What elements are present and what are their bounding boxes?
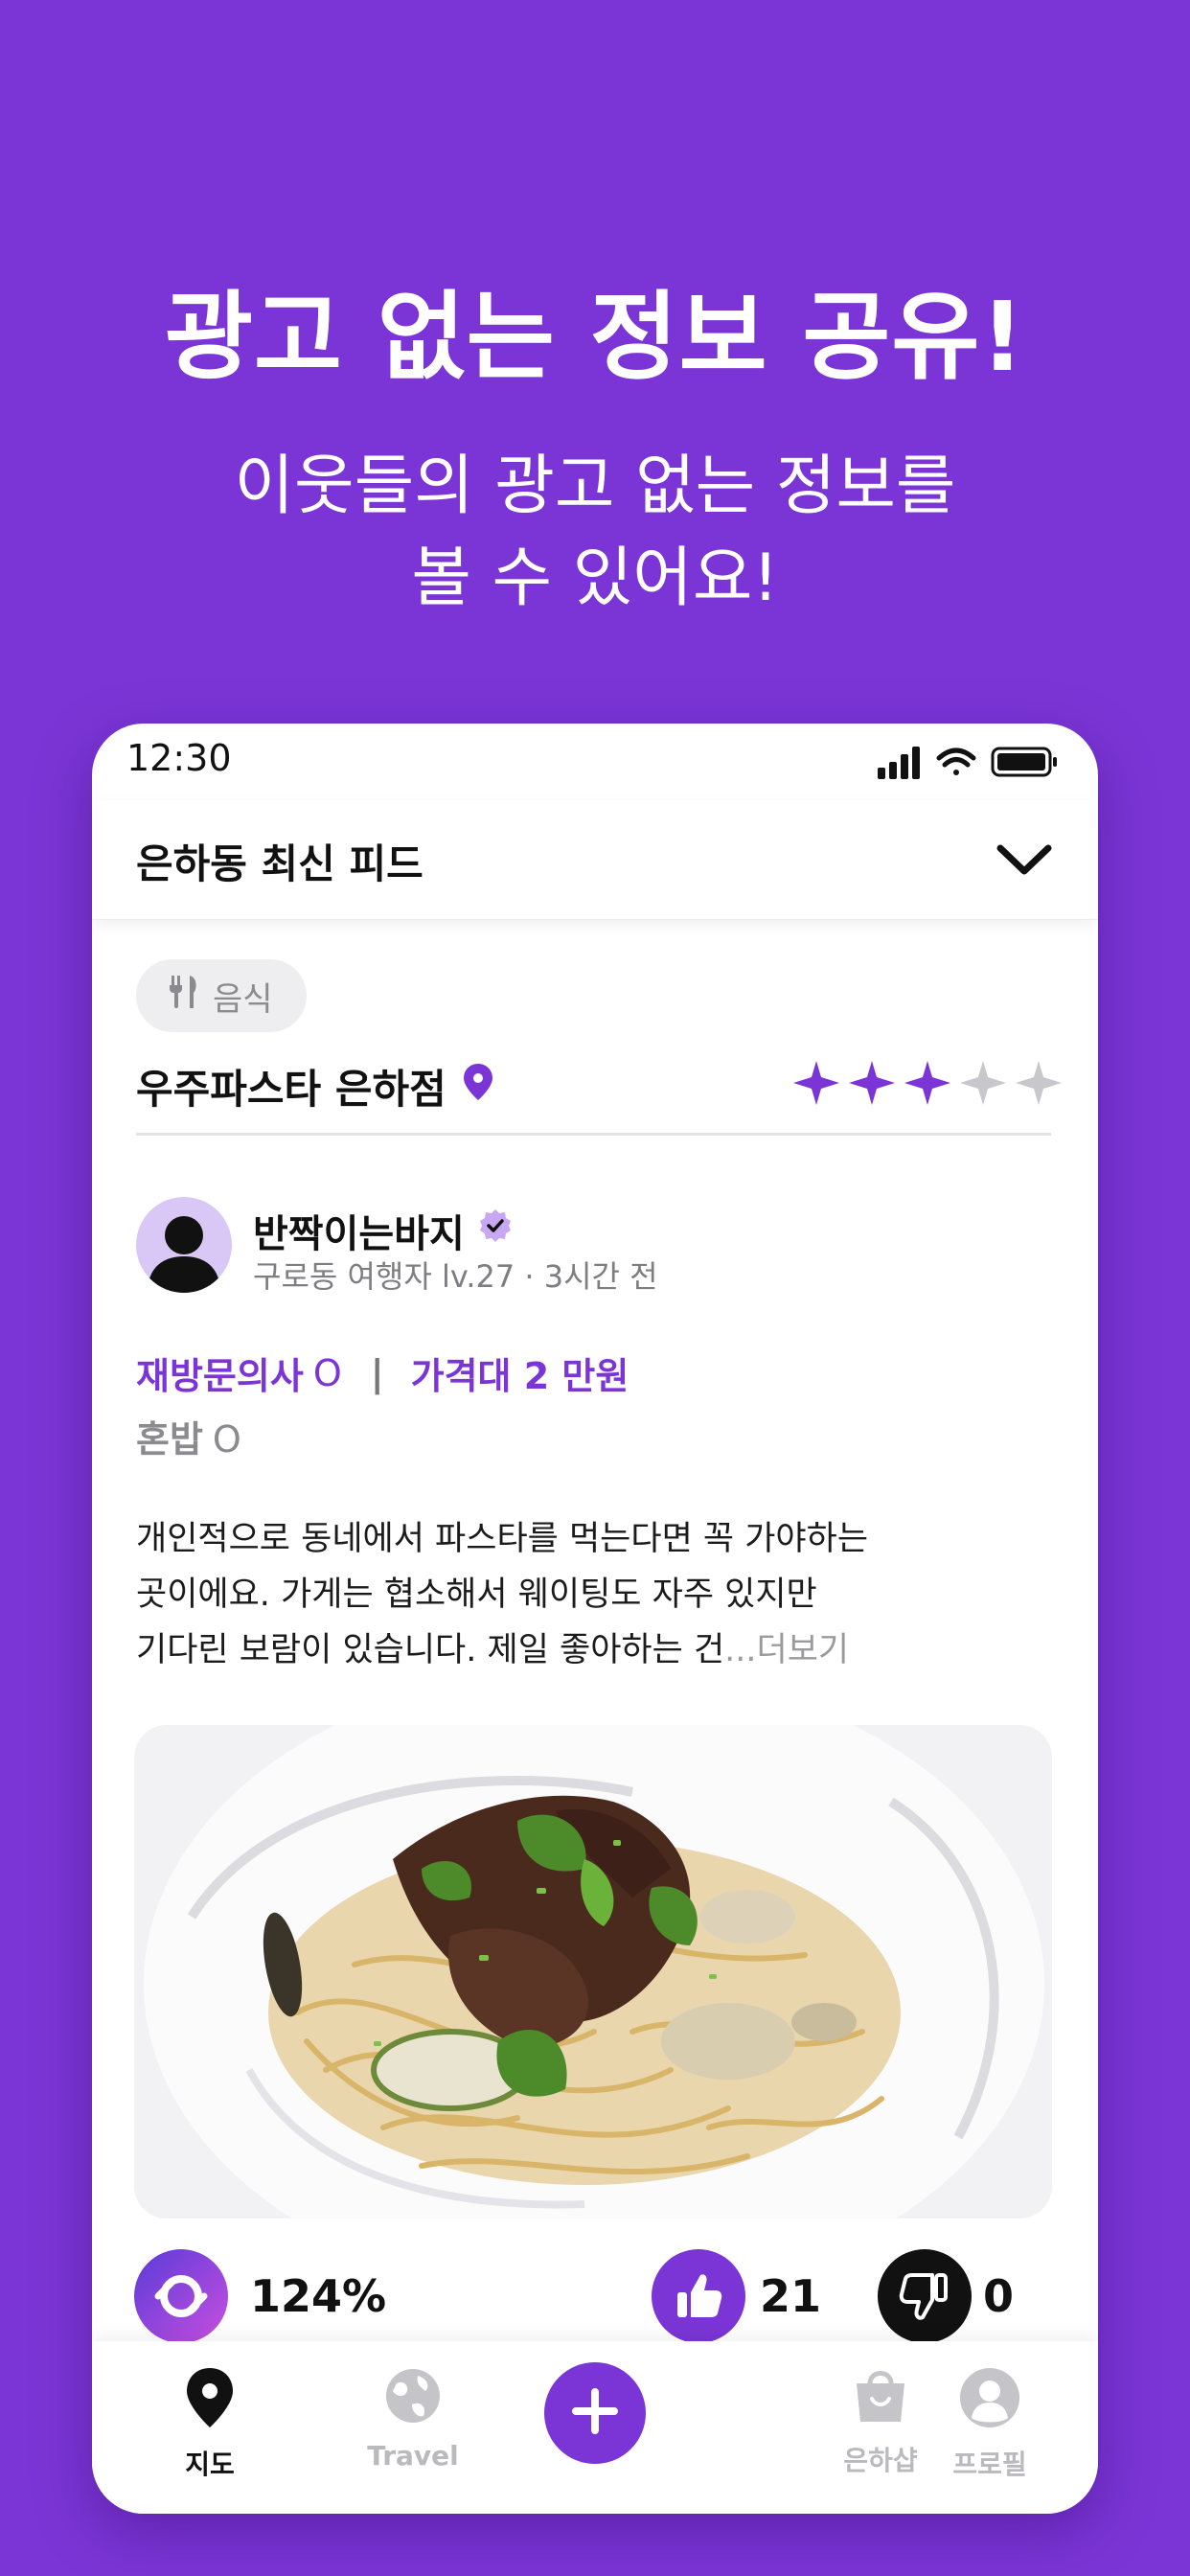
place-name[interactable]: 우주파스타 은하점 bbox=[136, 1057, 492, 1116]
star-icon bbox=[904, 1061, 950, 1105]
plus-icon bbox=[568, 2384, 622, 2442]
tab-profile[interactable]: 프로필 bbox=[918, 2366, 1062, 2482]
status-bar: 12:30 bbox=[92, 724, 1098, 800]
author-name-text: 반짝이는바지 bbox=[253, 1212, 465, 1256]
tab-label: 지도 bbox=[185, 2449, 235, 2480]
tag-separator: | bbox=[370, 1351, 384, 1394]
category-chip[interactable]: 음식 bbox=[136, 959, 307, 1032]
score-icon[interactable] bbox=[134, 2249, 228, 2343]
battery-icon bbox=[991, 747, 1057, 777]
likes-count: 21 bbox=[760, 2270, 822, 2322]
star-rating bbox=[791, 1059, 1064, 1107]
star-empty-icon bbox=[960, 1061, 1006, 1105]
status-time: 12:30 bbox=[126, 737, 232, 779]
author-name[interactable]: 반짝이는바지 bbox=[253, 1203, 513, 1258]
category-label: 음식 bbox=[213, 979, 273, 1019]
price-tag: 가격대 2 만원 bbox=[410, 1355, 629, 1397]
chevron-down-icon[interactable] bbox=[996, 840, 1052, 883]
solo-tag: 혼밥 bbox=[136, 1418, 203, 1460]
tab-map[interactable]: 지도 bbox=[138, 2366, 282, 2482]
status-icons bbox=[878, 743, 1069, 781]
author-meta: 구로동 여행자 lv.27 · 3시간 전 bbox=[253, 1258, 658, 1295]
post-body-line-last: 기다린 보람이 있습니다. 제일 좋아하는 건...더보기 bbox=[136, 1622, 1056, 1678]
solo-value: O bbox=[212, 1418, 241, 1460]
hero-subtitle-line2: 볼 수 있어요! bbox=[411, 540, 779, 616]
dislikes-count: 0 bbox=[983, 2270, 1015, 2322]
map-pin-icon bbox=[183, 2368, 237, 2436]
food-photo[interactable] bbox=[134, 1725, 1052, 2219]
tags-row: 재방문의사 O | 가격대 2 만원 bbox=[136, 1346, 629, 1399]
star-icon bbox=[793, 1061, 839, 1105]
revisit-value: O bbox=[312, 1351, 342, 1394]
shopping-bag-icon bbox=[853, 2371, 908, 2432]
solo-tag-row: 혼밥 O bbox=[136, 1410, 241, 1462]
score-value: 124% bbox=[250, 2270, 387, 2322]
signal-icon bbox=[878, 747, 920, 779]
hero-subtitle-line1: 이웃들의 광고 없는 정보를 bbox=[234, 448, 956, 524]
divider bbox=[136, 1133, 1051, 1136]
avatar[interactable] bbox=[136, 1197, 232, 1293]
wifi-icon bbox=[936, 748, 976, 775]
thumbs-up-icon[interactable] bbox=[652, 2249, 745, 2343]
profile-icon bbox=[958, 2368, 1021, 2436]
hero-subtitle: 이웃들의 광고 없는 정보를 볼 수 있어요! bbox=[0, 441, 1190, 625]
feed-header: 은하동 최신 피드 bbox=[92, 800, 1098, 920]
location-pin-icon bbox=[463, 1063, 492, 1110]
post-body: 개인적으로 동네에서 파스타를 먹는다면 꼭 가야하는 곳이에요. 가게는 협소… bbox=[136, 1511, 1056, 1678]
revisit-tag: 재방문의사 bbox=[136, 1355, 304, 1397]
feed-title: 은하동 최신 피드 bbox=[136, 840, 423, 887]
post-body-line: 기다린 보람이 있습니다. 제일 좋아하는 건 bbox=[136, 1631, 725, 1669]
place-name-text: 우주파스타 은하점 bbox=[136, 1066, 446, 1113]
hero-title: 광고 없는 정보 공유! bbox=[164, 281, 1026, 393]
tab-bar: 지도 Travel 은하샵 프로필 bbox=[92, 2341, 1098, 2514]
post-stats: 124% 21 0 bbox=[92, 2249, 1098, 2345]
globe-icon bbox=[383, 2369, 443, 2432]
star-icon bbox=[849, 1061, 895, 1105]
read-more-link[interactable]: ...더보기 bbox=[724, 1631, 849, 1669]
tab-label: 프로필 bbox=[952, 2449, 1027, 2480]
post-body-line: 곳이에요. 가게는 협소해서 웨이팅도 자주 있지만 bbox=[136, 1576, 817, 1614]
utensils-icon bbox=[169, 975, 199, 1017]
thumbs-down-icon[interactable] bbox=[878, 2249, 972, 2343]
star-empty-icon bbox=[1016, 1061, 1062, 1105]
add-post-button[interactable] bbox=[544, 2362, 646, 2464]
tab-travel[interactable]: Travel bbox=[341, 2366, 485, 2472]
verified-badge-icon bbox=[478, 1208, 513, 1253]
phone-frame: 12:30 은하동 최신 피드 음식 우주파스타 은하점 반짝이는바지 구로동 … bbox=[92, 724, 1098, 2514]
post-body-line: 개인적으로 동네에서 파스타를 먹는다면 꼭 가야하는 bbox=[136, 1520, 869, 1558]
tab-label: Travel bbox=[367, 2440, 459, 2472]
